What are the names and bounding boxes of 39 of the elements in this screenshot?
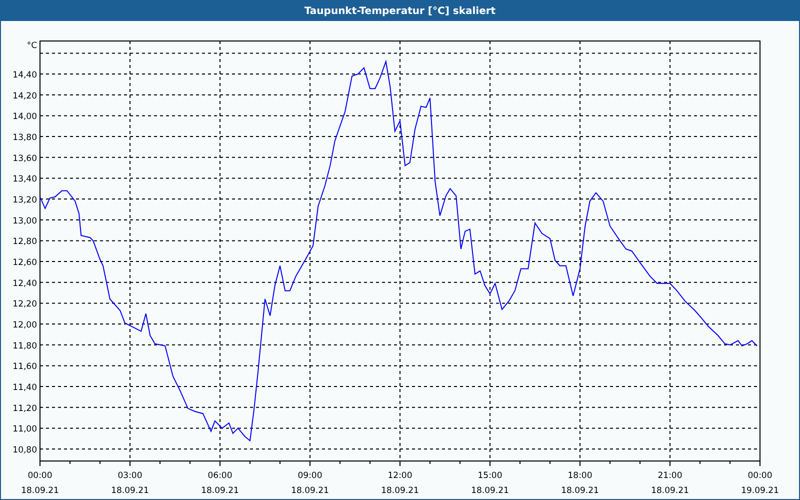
x-tick-label: 21:00 xyxy=(658,471,682,481)
y-axis-unit: °C xyxy=(26,41,37,51)
x-tick-label: 18:00 xyxy=(568,471,592,481)
y-tick-label: 12,00 xyxy=(12,320,37,331)
y-tick-label: 14,00 xyxy=(12,112,37,122)
x-tick-label: 00:00 xyxy=(28,471,52,481)
y-tick-label: 11,00 xyxy=(12,424,37,435)
x-date-label: 18.09.21 xyxy=(381,486,419,496)
x-tick-label: 12:00 xyxy=(388,471,412,481)
y-tick-label: 13,60 xyxy=(12,154,37,164)
x-tick-label: 00:00 xyxy=(748,471,772,481)
x-date-label: 18.09.21 xyxy=(471,486,509,496)
y-tick-label: 14,20 xyxy=(12,91,37,102)
y-tick-label: 12,60 xyxy=(12,258,37,268)
y-tick-label: 13,20 xyxy=(12,196,37,206)
y-tick-label: 13,40 xyxy=(12,174,37,185)
y-tick-label: 11,20 xyxy=(12,404,37,414)
x-date-label: 18.09.21 xyxy=(651,486,689,496)
x-tick-label: 15:00 xyxy=(478,471,502,481)
y-tick-label: 12,80 xyxy=(12,237,37,248)
y-tick-label: 11,60 xyxy=(12,362,37,372)
x-date-label: 18.09.21 xyxy=(111,486,149,496)
x-tick-label: 06:00 xyxy=(208,471,232,481)
y-tick-label: 11,80 xyxy=(12,341,37,352)
x-date-label: 18.09.21 xyxy=(21,486,59,496)
y-tick-label: 12,20 xyxy=(12,300,37,310)
window-title: Taupunkt-Temperatur [°C] skaliert xyxy=(304,6,496,16)
y-tick-label: 10,80 xyxy=(12,446,37,456)
y-tick-label: 13,80 xyxy=(12,133,37,144)
y-tick-label: 12,40 xyxy=(12,278,37,289)
x-tick-label: 03:00 xyxy=(118,471,142,481)
x-date-label: 18.09.21 xyxy=(291,486,329,496)
x-date-label: 19.09.21 xyxy=(741,486,779,496)
x-date-label: 18.09.21 xyxy=(201,486,239,496)
y-tick-label: 11,40 xyxy=(12,383,37,394)
x-date-label: 18.09.21 xyxy=(561,486,599,496)
y-tick-label: 14,40 xyxy=(12,70,37,81)
y-tick-label: 13,00 xyxy=(12,216,37,226)
x-tick-label: 09:00 xyxy=(298,471,322,481)
